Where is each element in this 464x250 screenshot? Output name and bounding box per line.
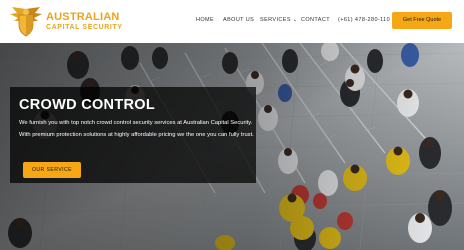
site-logo[interactable]: AUSTRALIAN CAPITAL SECURITY (8, 5, 138, 38)
eagle-shield-icon (10, 7, 42, 37)
nav-item-home[interactable]: HOME (196, 17, 214, 23)
hero-title: CROWD CONTROL (19, 97, 155, 113)
logo-name-line2: CAPITAL SECURITY (46, 24, 123, 31)
site-header: AUSTRALIAN CAPITAL SECURITY HOME ABOUT U… (0, 0, 464, 43)
logo-wordmark: AUSTRALIAN CAPITAL SECURITY (46, 12, 123, 32)
nav-item-contact[interactable]: CONTACT (301, 17, 330, 23)
our-service-button[interactable]: OUR SERVICE (23, 162, 81, 178)
nav-phone-link[interactable]: (+61) 478-280-110 (338, 17, 390, 23)
chevron-down-icon: ⌄ (292, 17, 298, 23)
nav-item-services-label: SERVICES (260, 17, 291, 23)
nav-item-about-us[interactable]: ABOUT US (223, 17, 254, 23)
hero-description: We furnish you with top notch crowd cont… (19, 120, 254, 138)
nav-item-services[interactable]: SERVICES ⌄ (260, 17, 298, 23)
logo-name-line1: AUSTRALIAN (46, 11, 120, 23)
get-free-quote-button[interactable]: Get Free Quote (392, 12, 452, 29)
